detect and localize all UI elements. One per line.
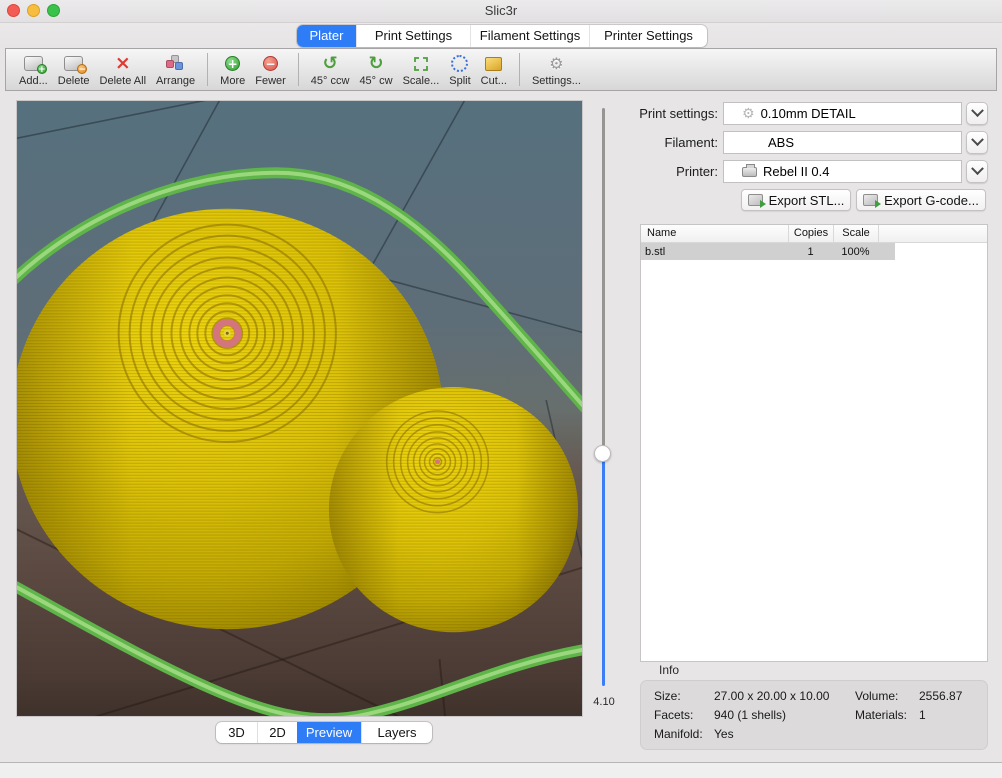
object-copies-cell: 1 (788, 246, 833, 258)
printer-dropdown-button[interactable] (966, 160, 988, 183)
printer-label: Printer: (598, 160, 718, 183)
3d-preview-viewport[interactable] (16, 100, 583, 717)
layer-slider-track-filled[interactable] (602, 461, 605, 686)
table-row[interactable]: b.stl 1 100% (641, 243, 895, 260)
printer-icon (742, 167, 757, 177)
info-section-title: Info (659, 663, 679, 677)
tab-plater[interactable]: Plater (297, 25, 356, 47)
rotate-ccw-button[interactable]: ↺ 45° ccw (311, 52, 350, 87)
print-settings-label: Print settings: (598, 102, 718, 125)
printer-value: Rebel II 0.4 (763, 164, 830, 179)
export-icon (863, 194, 878, 206)
print-settings-dropdown-button[interactable] (966, 102, 988, 125)
viewport-3d-scene (17, 101, 582, 716)
delete-all-button[interactable]: × Delete All (100, 52, 146, 87)
delete-button[interactable]: − Delete (58, 52, 90, 87)
rotate-cw-button[interactable]: ↻ 45° cw (359, 52, 392, 87)
more-icon: + (225, 53, 240, 74)
filament-dropdown-button[interactable] (966, 131, 988, 154)
object-list-table: Name Copies Scale b.stl 1 100% (640, 224, 988, 662)
tab-print-settings[interactable]: Print Settings (356, 25, 470, 47)
fewer-copies-button[interactable]: − Fewer (255, 52, 286, 87)
fewer-icon: − (263, 53, 278, 74)
facets-value: 940 (1 shells) (714, 708, 786, 722)
rotate-ccw-icon: ↺ (323, 53, 338, 74)
column-header-copies[interactable]: Copies (788, 225, 833, 242)
column-header-name[interactable]: Name (641, 225, 788, 242)
object-name-cell: b.stl (641, 246, 788, 258)
toolbar-separator (298, 53, 299, 86)
settings-button[interactable]: ⚙ Settings... (532, 52, 581, 87)
export-icon (748, 194, 763, 206)
manifold-label: Manifold: (654, 727, 703, 741)
volume-label: Volume: (855, 689, 898, 703)
info-box: Size: 27.00 x 20.00 x 10.00 Volume: 2556… (640, 680, 988, 750)
materials-value: 1 (919, 708, 926, 722)
more-copies-button[interactable]: + More (220, 52, 245, 87)
status-bar (0, 762, 1002, 778)
printer-select[interactable]: Rebel II 0.4 (723, 160, 962, 183)
tab-layers-view[interactable]: Layers (361, 722, 432, 743)
add-object-icon: + (24, 53, 43, 74)
filament-value: ABS (768, 135, 794, 150)
tab-2d-view[interactable]: 2D (257, 722, 297, 743)
arrange-button[interactable]: Arrange (156, 52, 195, 87)
delete-object-icon: − (64, 53, 83, 74)
filament-label: Filament: (598, 131, 718, 154)
print-settings-value: 0.10mm DETAIL (761, 106, 856, 121)
delete-all-icon: × (115, 53, 131, 74)
scale-icon (413, 53, 429, 74)
table-header: Name Copies Scale (641, 225, 987, 243)
cut-button[interactable]: Cut... (481, 52, 507, 87)
layer-slider-value: 4.10 (583, 696, 625, 708)
gear-icon: ⚙ (549, 53, 563, 74)
rotate-cw-icon: ↻ (368, 53, 383, 74)
column-header-scale[interactable]: Scale (833, 225, 878, 242)
tab-filament-settings[interactable]: Filament Settings (470, 25, 589, 47)
facets-label: Facets: (654, 708, 693, 722)
toolbar: + Add... − Delete × Delete All Arrange +… (5, 48, 997, 91)
window-title: Slic3r (0, 0, 1002, 22)
arrange-icon (166, 53, 185, 74)
small-sphere-model (329, 387, 578, 632)
add-button[interactable]: + Add... (19, 52, 48, 87)
export-stl-button[interactable]: Export STL... (741, 189, 851, 211)
chevron-down-icon (971, 104, 984, 117)
cut-icon (485, 53, 502, 74)
object-scale-cell: 100% (833, 246, 878, 258)
tab-printer-settings[interactable]: Printer Settings (589, 25, 707, 47)
tab-preview-view[interactable]: Preview (297, 722, 361, 743)
tab-3d-view[interactable]: 3D (216, 722, 257, 743)
split-icon (451, 53, 468, 74)
split-button[interactable]: Split (449, 52, 470, 87)
toolbar-separator (519, 53, 520, 86)
toolbar-separator (207, 53, 208, 86)
view-tab-strip: 3D 2D Preview Layers (216, 722, 432, 743)
chevron-down-icon (971, 162, 984, 175)
size-label: Size: (654, 689, 681, 703)
size-value: 27.00 x 20.00 x 10.00 (714, 689, 829, 703)
layer-slider-thumb[interactable] (594, 445, 611, 462)
top-infill-dot (435, 459, 440, 464)
print-settings-select[interactable]: ⚙ 0.10mm DETAIL (723, 102, 962, 125)
scale-button[interactable]: Scale... (403, 52, 440, 87)
gear-icon: ⚙ (742, 106, 755, 122)
chevron-down-icon (971, 133, 984, 146)
manifold-value: Yes (714, 727, 734, 741)
slic3r-window: Slic3r Plater Print Settings Filament Se… (0, 0, 1002, 778)
filament-select[interactable]: ABS (723, 131, 962, 154)
volume-value: 2556.87 (919, 689, 962, 703)
main-tab-strip: Plater Print Settings Filament Settings … (297, 25, 707, 47)
export-gcode-button[interactable]: Export G-code... (856, 189, 986, 211)
column-header-filler (878, 225, 987, 242)
materials-label: Materials: (855, 708, 907, 722)
